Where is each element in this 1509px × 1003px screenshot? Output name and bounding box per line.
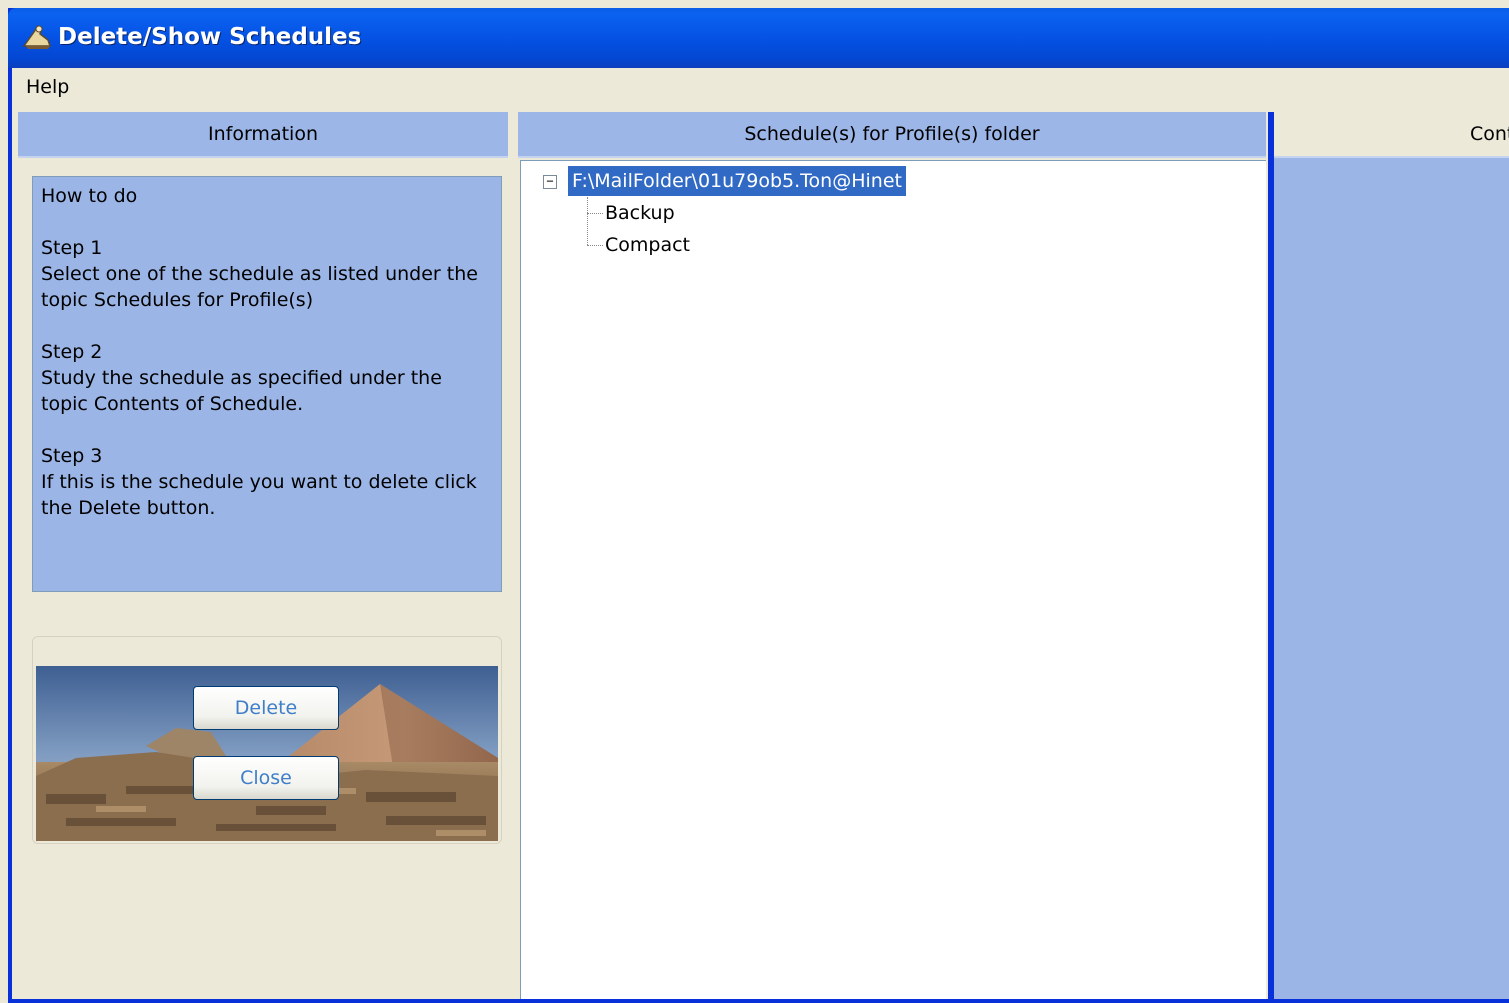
information-panel: Information How to do Step 1 Select one of… [18, 112, 513, 999]
close-button[interactable]: Close [193, 756, 339, 800]
app-window: Delete/Show Schedules Help Information H… [8, 8, 1509, 1003]
tree-connector [587, 213, 603, 214]
how-to-box: How to do Step 1 Select one of the schedul… [32, 176, 502, 592]
schedules-panel: Schedule(s) for Profile(s) folder − F:\M… [518, 112, 1268, 999]
contents-panel: Cont [1274, 112, 1509, 999]
title-bar[interactable]: Delete/Show Schedules [8, 8, 1509, 68]
window-title: Delete/Show Schedules [58, 24, 362, 50]
collapse-icon[interactable]: − [543, 175, 557, 189]
delete-button[interactable]: Delete [193, 686, 339, 730]
button-frame: Delete Close [32, 636, 502, 844]
schedule-tree[interactable]: − F:\MailFolder\01u79ob5.Ton@Hinet Backu… [520, 160, 1266, 999]
tree-root-folder[interactable]: F:\MailFolder\01u79ob5.Ton@Hinet [568, 166, 906, 196]
step-1-label: Step 1 [41, 237, 103, 259]
information-header: Information [18, 112, 508, 158]
step-1: Step 1 Select one of the schedule as list… [41, 235, 493, 313]
contents-header-label: Cont [1470, 123, 1509, 145]
tree-connector [587, 197, 588, 245]
step-3-label: Step 3 [41, 445, 103, 467]
menu-help[interactable]: Help [20, 74, 75, 100]
step-3-text: If this is the schedule you want to dele… [41, 471, 483, 519]
menu-bar: Help [12, 68, 1509, 108]
contents-header: Cont [1274, 112, 1509, 158]
app-icon [22, 25, 52, 49]
tree-item-compact[interactable]: Compact [605, 230, 690, 260]
tree-item-backup[interactable]: Backup [605, 198, 675, 228]
client-area: Help Information How to do Step 1 Select o… [12, 68, 1509, 999]
tree-connector [587, 245, 603, 246]
howto-title: How to do [41, 185, 138, 207]
step-2: Step 2 Study the schedule as specified un… [41, 339, 493, 417]
schedules-header: Schedule(s) for Profile(s) folder [518, 112, 1266, 158]
step-1-text: Select one of the schedule as listed und… [41, 263, 485, 311]
step-2-label: Step 2 [41, 341, 103, 363]
step-2-text: Study the schedule as specified under th… [41, 367, 448, 415]
step-3: Step 3 If this is the schedule you want t… [41, 443, 493, 521]
